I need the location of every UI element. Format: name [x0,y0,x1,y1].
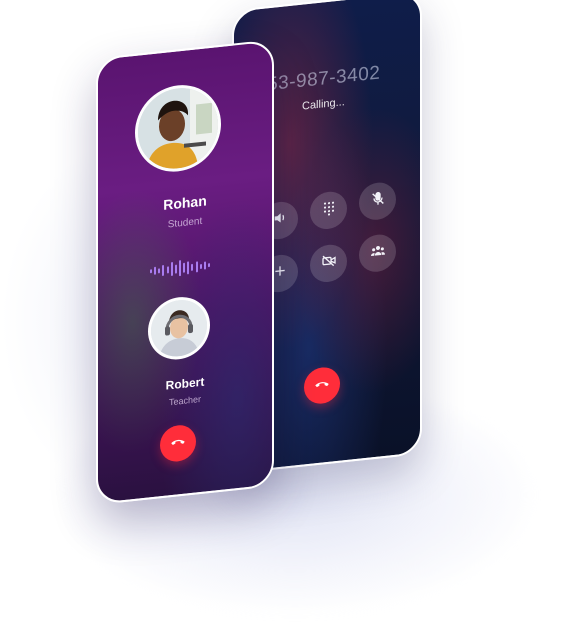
end-call-button[interactable] [304,365,340,406]
mute-icon [370,190,386,213]
video-off-icon [321,252,337,275]
keypad-icon [321,199,337,222]
avatar-robert [148,294,210,363]
end-call-icon [169,431,187,456]
keypad-button[interactable] [310,189,347,231]
group-call-button[interactable] [359,232,396,274]
front-phone-screen: Rohan Student Robert Teacher [96,39,274,506]
end-call-button[interactable] [160,423,196,464]
mute-button[interactable] [359,180,396,222]
end-call-icon [313,373,331,398]
video-off-button[interactable] [310,242,347,284]
group-icon [370,242,386,265]
audio-waveform [150,256,210,280]
phone-number: 553-987-3402 [256,62,381,97]
avatar-rohan [135,80,221,176]
call-status: Calling... [302,96,345,113]
